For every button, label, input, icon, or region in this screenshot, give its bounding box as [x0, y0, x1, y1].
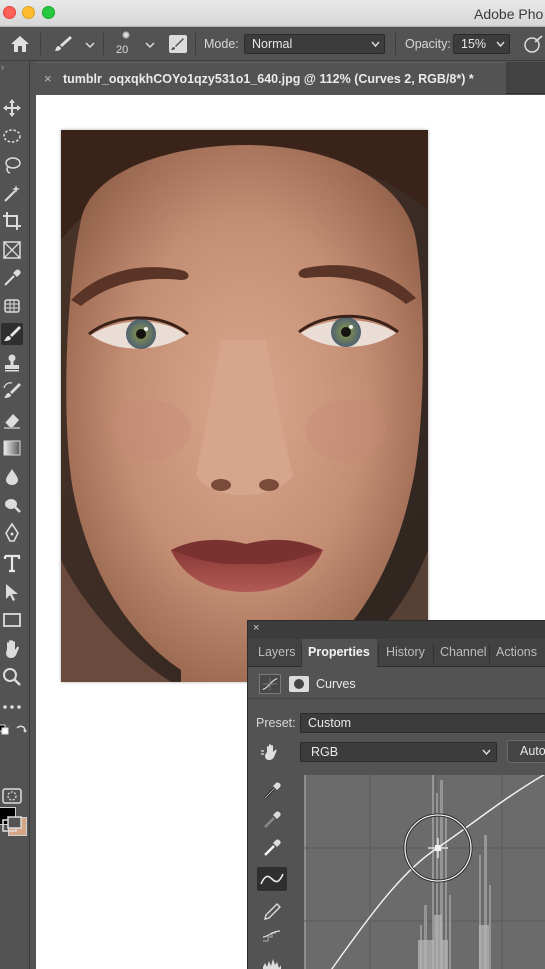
brush-size-value[interactable]: 20 — [116, 44, 128, 56]
tools-panel: › — [0, 62, 30, 969]
chevron-down-icon — [496, 41, 505, 48]
smooth-icon[interactable] — [260, 925, 284, 949]
chevron-down-icon — [371, 41, 380, 48]
close-window-button[interactable] — [3, 6, 16, 19]
layer-mask-icon[interactable] — [289, 676, 309, 692]
separator — [378, 643, 379, 663]
blur-icon[interactable] — [1, 466, 23, 488]
tab-layers[interactable]: Layers — [258, 639, 296, 667]
swap-colors-icon[interactable] — [14, 724, 28, 738]
lasso-icon[interactable] — [1, 154, 23, 176]
separator — [433, 643, 434, 663]
zoom-window-button[interactable] — [42, 6, 55, 19]
screen-mode-icon[interactable] — [1, 814, 23, 836]
mode-value: Normal — [252, 37, 293, 51]
curves-adjustment-icon[interactable] — [259, 674, 281, 694]
options-bar: 20 Mode: Normal Opacity: 15% — [0, 27, 545, 61]
opacity-value: 15% — [461, 37, 487, 51]
rectangle-icon[interactable] — [1, 609, 23, 631]
panel-header: × — [248, 621, 545, 639]
white-point-eyedropper-icon[interactable] — [260, 835, 284, 859]
mode-label: Mode: — [204, 37, 239, 51]
brush-settings-icon[interactable] — [168, 34, 188, 54]
chevron-down-icon[interactable] — [145, 41, 155, 49]
airbrush-icon[interactable] — [522, 34, 544, 54]
brush-tip-icon[interactable] — [122, 31, 130, 39]
move-icon[interactable] — [1, 97, 23, 119]
pen-icon[interactable] — [1, 522, 23, 544]
preset-label: Preset: — [256, 716, 296, 730]
tab-properties[interactable]: Properties — [302, 639, 377, 667]
adjustment-name: Curves — [316, 677, 356, 691]
mode-select[interactable]: Normal — [244, 34, 385, 54]
black-point-eyedropper-icon[interactable] — [260, 778, 284, 802]
auto-button[interactable]: Auto — [507, 740, 545, 763]
collapse-toolbar-icon[interactable]: › — [1, 62, 4, 72]
marquee-icon[interactable] — [1, 125, 23, 147]
portrait-photo[interactable] — [61, 130, 428, 682]
pencil-icon[interactable] — [260, 897, 284, 921]
tab-actions[interactable]: Actions — [496, 639, 537, 667]
quick-mask-icon[interactable] — [1, 785, 23, 807]
title-bar: Adobe Pho — [0, 0, 545, 27]
tab-channels[interactable]: Channel — [440, 639, 487, 667]
magic-wand-icon[interactable] — [1, 182, 23, 204]
stamp-icon[interactable] — [1, 352, 23, 374]
separator — [40, 33, 41, 55]
separator — [103, 33, 104, 55]
crop-icon[interactable] — [1, 210, 23, 232]
document-title: tumblr_oqxqkhCOYo1qzy531o1_640.jpg @ 112… — [63, 72, 474, 86]
tab-history[interactable]: History — [386, 639, 425, 667]
preset-select[interactable]: Custom — [300, 713, 545, 733]
channel-value: RGB — [311, 745, 339, 759]
preset-value: Custom — [308, 716, 352, 730]
chevron-down-icon[interactable] — [85, 41, 95, 49]
separator — [489, 643, 490, 663]
photoshop-window: Adobe Pho 20 Mode: Normal Opacity: 15% ›… — [0, 0, 545, 969]
histogram-icon[interactable] — [260, 953, 284, 969]
default-colors-icon[interactable] — [0, 724, 10, 736]
adjustment-header: Curves — [248, 669, 545, 699]
separator — [195, 33, 196, 55]
gradient-icon[interactable] — [1, 437, 23, 459]
more-icon[interactable] — [1, 695, 23, 717]
path-select-icon[interactable] — [1, 581, 23, 603]
frame-icon[interactable] — [1, 239, 23, 261]
opacity-label: Opacity: — [405, 37, 451, 51]
zoom-icon[interactable] — [1, 666, 23, 688]
separator — [395, 33, 396, 55]
channel-select[interactable]: RGB — [300, 742, 497, 762]
type-icon[interactable] — [1, 552, 23, 574]
chevron-down-icon — [482, 749, 491, 756]
opacity-field[interactable]: 15% — [453, 34, 510, 54]
patch-icon[interactable] — [1, 295, 23, 317]
hand-icon[interactable] — [1, 638, 23, 660]
close-document-icon[interactable]: × — [44, 71, 52, 86]
home-icon[interactable] — [9, 34, 31, 54]
eyedropper-icon[interactable] — [1, 267, 23, 289]
eraser-icon[interactable] — [1, 409, 23, 431]
targeted-adjustment-icon[interactable] — [260, 743, 282, 763]
dodge-icon[interactable] — [1, 494, 23, 516]
curve-points-icon[interactable] — [257, 867, 287, 891]
brush-preset-icon[interactable] — [52, 34, 74, 54]
app-title: Adobe Pho — [474, 6, 544, 22]
curves-graph[interactable] — [304, 775, 545, 969]
history-brush-icon[interactable] — [1, 380, 23, 402]
document-tab[interactable]: × tumblr_oqxqkhCOYo1qzy531o1_640.jpg @ 1… — [36, 62, 506, 94]
document-tab-bar: × tumblr_oqxqkhCOYo1qzy531o1_640.jpg @ 1… — [36, 62, 545, 94]
panel-tabs: Layers Properties History Channel Action… — [248, 639, 545, 667]
minimize-window-button[interactable] — [22, 6, 35, 19]
brush-icon[interactable] — [1, 323, 23, 345]
close-panel-icon[interactable]: × — [253, 622, 259, 634]
gray-point-eyedropper-icon[interactable] — [260, 807, 284, 831]
properties-panel: × Layers Properties History Channel Acti… — [247, 620, 545, 969]
